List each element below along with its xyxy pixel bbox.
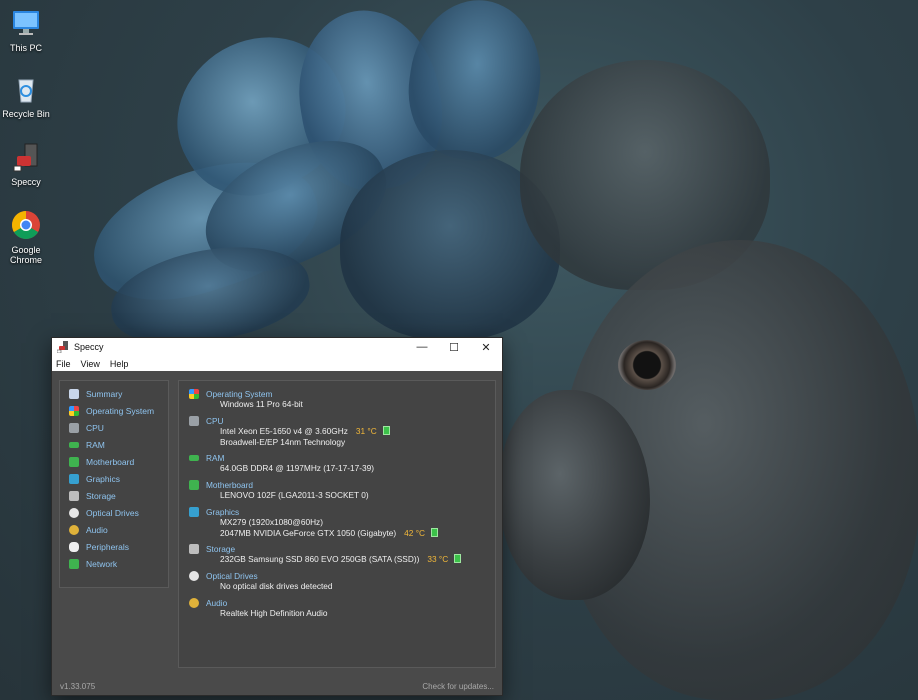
- section-title: Optical Drives: [206, 571, 258, 581]
- desktop-icon-label: This PC: [9, 43, 42, 53]
- desktop-icon-google-chrome[interactable]: Google Chrome: [0, 210, 52, 265]
- speaker-icon: [69, 525, 79, 536]
- nav-item-ram[interactable]: RAM: [60, 436, 168, 453]
- section-graphics: Graphics MX279 (1920x1080@60Hz) 2047MB N…: [189, 507, 438, 538]
- cpu-icon: [69, 422, 79, 433]
- nav-item-optical-drives[interactable]: Optical Drives: [60, 505, 168, 522]
- monitor-icon: [13, 11, 39, 35]
- motherboard-value: LENOVO 102F (LGA2011-3 SOCKET 0): [220, 490, 369, 500]
- menu-bar: File View Help: [52, 356, 502, 371]
- nav-item-summary[interactable]: Summary: [60, 385, 168, 402]
- motherboard-icon: [189, 480, 199, 490]
- storage-icon: [69, 491, 79, 502]
- os-value: Windows 11 Pro 64-bit: [220, 399, 303, 409]
- desktop-icon-recycle-bin[interactable]: Recycle Bin: [0, 74, 52, 119]
- desktop-icon-label: Google Chrome: [9, 245, 42, 265]
- menu-help[interactable]: Help: [110, 359, 129, 369]
- nav-item-cpu[interactable]: CPU: [60, 419, 168, 436]
- motherboard-icon: [69, 456, 79, 467]
- recycle-bin-icon: [18, 79, 34, 103]
- network-icon: [69, 559, 79, 570]
- cpu-technology: Broadwell-E/EP 14nm Technology: [220, 436, 346, 447]
- section-storage: Storage 232GB Samsung SSD 860 EVO 250GB …: [189, 544, 462, 565]
- section-title: CPU: [206, 416, 224, 426]
- speccy-icon: [13, 143, 38, 172]
- gpu-temperature: 42 °C: [404, 527, 425, 538]
- section-optical-drives: Optical Drives No optical disk drives de…: [189, 571, 333, 592]
- maximize-button[interactable]: ☐: [438, 338, 470, 356]
- nav-item-operating-system[interactable]: Operating System: [60, 402, 168, 419]
- section-operating-system: Operating System Windows 11 Pro 64-bit: [189, 389, 303, 410]
- chrome-icon: [12, 211, 40, 239]
- ram-icon: [69, 441, 79, 448]
- check-for-updates-link[interactable]: Check for updates...: [422, 682, 494, 691]
- windows-icon: [69, 405, 79, 416]
- storage-temperature: 33 °C: [427, 554, 449, 564]
- desktop-icon-label: Recycle Bin: [2, 109, 50, 119]
- section-title: RAM: [206, 453, 225, 463]
- section-title: Audio: [206, 598, 228, 608]
- section-title: Graphics: [206, 507, 240, 517]
- title-bar[interactable]: Speccy — ☐ ✕: [52, 338, 502, 356]
- nav-item-storage[interactable]: Storage: [60, 488, 168, 505]
- speccy-app-icon: [57, 341, 68, 353]
- section-ram: RAM 64.0GB DDR4 @ 1197MHz (17-17-17-39): [189, 453, 374, 474]
- temperature-bar-icon: [454, 554, 462, 563]
- temperature-bar-icon: [431, 527, 438, 537]
- section-title: Storage: [206, 544, 236, 554]
- nav-item-graphics[interactable]: Graphics: [60, 470, 168, 487]
- nav-item-peripherals[interactable]: Peripherals: [60, 539, 168, 556]
- storage-icon: [189, 544, 199, 554]
- graphics-icon: [189, 507, 199, 517]
- graphics-icon: [69, 474, 79, 485]
- desktop-icon-label: Speccy: [11, 177, 41, 187]
- wallpaper-eye: [618, 340, 676, 390]
- section-title: Motherboard: [206, 480, 254, 490]
- graphics-card: 2047MB NVIDIA GeForce GTX 1050 (Gigabyte…: [220, 527, 397, 538]
- sidebar-nav: Summary Operating System CPU RAM Motherb…: [59, 380, 169, 588]
- window-title: Speccy: [74, 342, 104, 352]
- nav-item-motherboard[interactable]: Motherboard: [60, 453, 168, 470]
- optical-disc-icon: [189, 571, 199, 581]
- desktop-icon-speccy[interactable]: Speccy: [0, 142, 52, 187]
- mouse-icon: [69, 542, 79, 553]
- cpu-model: Intel Xeon E5-1650 v4 @ 3.60GHz: [220, 426, 348, 436]
- menu-view[interactable]: View: [81, 359, 100, 369]
- optical-value: No optical disk drives detected: [220, 581, 333, 591]
- section-audio: Audio Realtek High Definition Audio: [189, 598, 327, 619]
- windows-icon: [189, 389, 199, 399]
- close-button[interactable]: ✕: [470, 338, 502, 356]
- cpu-icon: [189, 416, 199, 426]
- desktop-icon-this-pc[interactable]: This PC: [0, 8, 52, 53]
- storage-drive: 232GB Samsung SSD 860 EVO 250GB (SATA (S…: [220, 554, 420, 564]
- speaker-icon: [189, 598, 199, 608]
- section-motherboard: Motherboard LENOVO 102F (LGA2011-3 SOCKE…: [189, 480, 369, 501]
- ram-icon: [189, 455, 199, 461]
- nav-item-audio[interactable]: Audio: [60, 522, 168, 539]
- temperature-bar-icon: [382, 426, 390, 435]
- nav-item-network[interactable]: Network: [60, 556, 168, 573]
- menu-file[interactable]: File: [56, 359, 71, 369]
- audio-value: Realtek High Definition Audio: [220, 608, 328, 618]
- graphics-monitor: MX279 (1920x1080@60Hz): [220, 517, 323, 527]
- version-label: v1.33.075: [60, 681, 96, 691]
- summary-panel: Operating System Windows 11 Pro 64-bit C…: [178, 380, 496, 668]
- speccy-window: Speccy — ☐ ✕ File View Help Summary Oper…: [51, 337, 503, 696]
- cpu-temperature: 31 °C: [355, 426, 377, 436]
- status-bar: v1.33.075 Check for updates...: [52, 677, 502, 695]
- optical-disc-icon: [69, 508, 79, 519]
- section-cpu: CPU Intel Xeon E5-1650 v4 @ 3.60GHz 31 °C…: [189, 416, 390, 447]
- minimize-button[interactable]: —: [406, 338, 438, 356]
- ram-value: 64.0GB DDR4 @ 1197MHz (17-17-17-39): [220, 463, 374, 473]
- summary-icon: [69, 388, 79, 399]
- section-title: Operating System: [206, 389, 273, 399]
